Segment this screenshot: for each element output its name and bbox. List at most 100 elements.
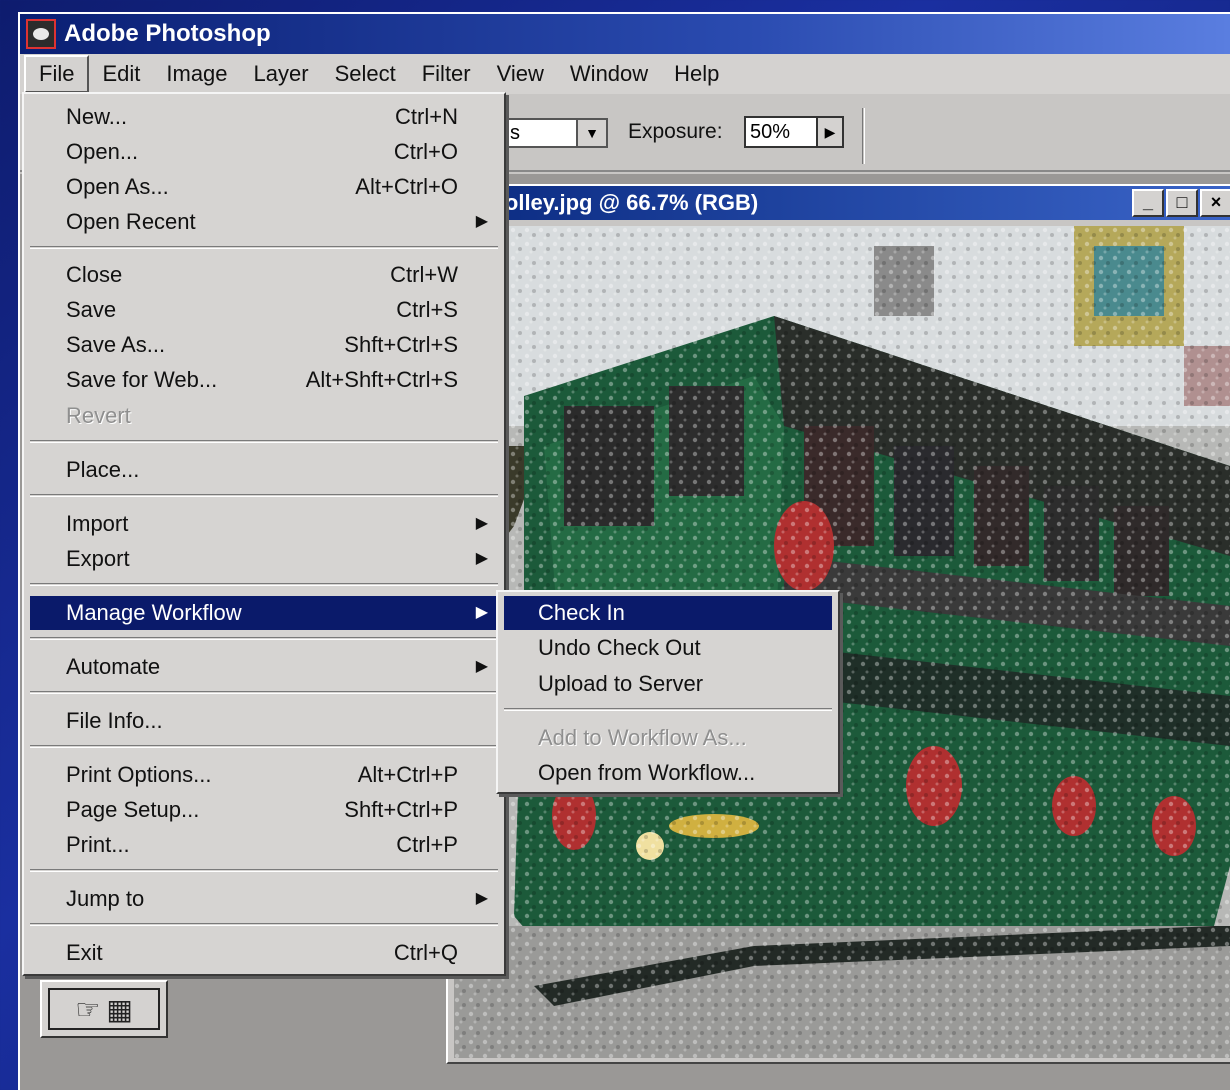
app-title: Adobe Photoshop [64, 20, 271, 47]
menu-item-label: Upload to Server [538, 671, 704, 696]
menu-item-label: Open Recent [66, 209, 196, 234]
menu-separator [30, 494, 498, 497]
menu-item-label: Open... [66, 139, 139, 164]
menu-item-label: Add to Workflow As... [538, 725, 747, 750]
close-button[interactable]: × [1200, 189, 1230, 217]
menu-item-exit[interactable]: Exit Ctrl+Q [30, 936, 498, 970]
menu-help[interactable]: Help [661, 57, 732, 91]
menu-item-revert: Revert [30, 399, 498, 433]
menu-item-save[interactable]: Save Ctrl+S [30, 293, 498, 327]
menu-item-undo-check-out[interactable]: Undo Check Out [504, 631, 832, 665]
exposure-value: 50% [750, 121, 791, 143]
menu-item-shortcut: Ctrl+P [396, 832, 458, 857]
submenu-arrow-icon: ▶ [475, 550, 488, 567]
exposure-input[interactable]: 50% ▶ [744, 116, 844, 148]
menu-filter[interactable]: Filter [409, 57, 484, 91]
menu-item-label: Close [66, 262, 123, 287]
menu-item-print-options[interactable]: Print Options... Alt+Ctrl+P [30, 758, 498, 792]
menu-item-import[interactable]: Import ▶ [30, 507, 498, 541]
file-menu: New... Ctrl+N Open... Ctrl+O Open As... Alt… [22, 92, 506, 976]
imageready-icon: ☞ ▦ [48, 988, 160, 1030]
manage-workflow-submenu: Check In Undo Check Out Upload to Server… [496, 590, 840, 794]
menu-item-label: Check In [538, 600, 625, 625]
menu-item-shortcut: Shft+Ctrl+S [344, 332, 458, 357]
menu-item-label: Open from Workflow... [538, 760, 756, 785]
menu-item-open-recent[interactable]: Open Recent ▶ [30, 205, 498, 239]
menu-separator [30, 637, 498, 640]
exposure-label: Exposure: [628, 120, 723, 143]
menu-separator [30, 691, 498, 694]
menu-item-add-to-workflow-as: Add to Workflow As... [504, 721, 832, 755]
menu-item-label: Save As... [66, 332, 166, 357]
exposure-slider-arrow-icon[interactable]: ▶ [816, 118, 842, 146]
menu-item-place[interactable]: Place... [30, 453, 498, 487]
menu-separator [30, 246, 498, 249]
menu-item-open-from-workflow[interactable]: Open from Workflow... [504, 756, 832, 790]
mode-select-value: s [510, 122, 520, 144]
jump-to-imageready-button[interactable]: ☞ ▦ [40, 980, 168, 1038]
menu-item-automate[interactable]: Automate ▶ [30, 650, 498, 684]
menu-item-label: Import [66, 511, 129, 536]
menu-item-shortcut: Shft+Ctrl+P [344, 797, 458, 822]
window-controls: _ □ × [1132, 189, 1230, 217]
menu-layer[interactable]: Layer [241, 57, 322, 91]
checker-square-icon: ▦ [106, 993, 133, 1025]
menu-file[interactable]: File [24, 55, 90, 93]
submenu-arrow-icon: ▶ [475, 890, 488, 907]
menu-item-close[interactable]: Close Ctrl+W [30, 258, 498, 292]
menu-image[interactable]: Image [153, 57, 240, 91]
menu-item-label: Save [66, 297, 117, 322]
menu-separator [30, 745, 498, 748]
menu-item-manage-workflow[interactable]: Manage Workflow ▶ [30, 596, 498, 630]
photoshop-eye-icon[interactable] [26, 19, 56, 49]
submenu-arrow-icon: ▶ [475, 658, 488, 675]
menu-bar: File Edit Image Layer Select Filter View… [20, 54, 1230, 94]
menu-item-file-info[interactable]: File Info... [30, 704, 498, 738]
menu-item-label: Open As... [66, 174, 169, 199]
menu-item-open[interactable]: Open... Ctrl+O [30, 135, 498, 169]
document-title-bar[interactable]: nk-trolley.jpg @ 66.7% (RGB) _ □ × [448, 186, 1230, 220]
menu-item-jump-to[interactable]: Jump to ▶ [30, 882, 498, 916]
hand-pointer-icon: ☞ [75, 993, 101, 1025]
maximize-button[interactable]: □ [1166, 189, 1198, 217]
menu-item-label: Print... [66, 832, 130, 857]
menu-item-label: New... [66, 104, 128, 129]
menu-item-upload-to-server[interactable]: Upload to Server [504, 667, 832, 701]
submenu-arrow-icon: ▶ [475, 604, 488, 621]
submenu-arrow-icon: ▶ [475, 213, 488, 230]
menu-item-label: Automate [66, 654, 161, 679]
menu-item-shortcut: Alt+Ctrl+O [355, 174, 458, 199]
menu-item-open-as[interactable]: Open As... Alt+Ctrl+O [30, 170, 498, 204]
title-bar: Adobe Photoshop [20, 14, 1230, 54]
menu-separator [30, 923, 498, 926]
menu-item-print[interactable]: Print... Ctrl+P [30, 828, 498, 862]
options-divider [862, 108, 865, 164]
menu-window[interactable]: Window [557, 57, 661, 91]
menu-item-label: Revert [66, 403, 131, 428]
menu-item-page-setup[interactable]: Page Setup... Shft+Ctrl+P [30, 793, 498, 827]
menu-item-label: Exit [66, 940, 103, 965]
minimize-button[interactable]: _ [1132, 189, 1164, 217]
menu-item-check-in[interactable]: Check In [504, 596, 832, 630]
menu-item-export[interactable]: Export ▶ [30, 542, 498, 576]
menu-item-label: Manage Workflow [66, 600, 242, 625]
dropdown-arrow-icon[interactable]: ▼ [576, 120, 606, 146]
menu-select[interactable]: Select [322, 57, 409, 91]
mode-select[interactable]: s ▼ [504, 118, 608, 148]
menu-edit[interactable]: Edit [89, 57, 153, 91]
menu-item-shortcut: Ctrl+S [396, 297, 458, 322]
menu-item-label: Export [66, 546, 130, 571]
menu-item-shortcut: Alt+Shft+Ctrl+S [305, 367, 458, 392]
menu-item-save-for-web[interactable]: Save for Web... Alt+Shft+Ctrl+S [30, 363, 498, 397]
menu-separator [30, 583, 498, 586]
menu-item-label: Save for Web... [66, 367, 218, 392]
menu-separator [504, 708, 832, 711]
menu-item-shortcut: Ctrl+O [393, 139, 458, 164]
menu-item-shortcut: Ctrl+N [395, 104, 458, 129]
menu-item-save-as[interactable]: Save As... Shft+Ctrl+S [30, 328, 498, 362]
menu-item-new[interactable]: New... Ctrl+N [30, 100, 498, 134]
menu-item-label: Place... [66, 457, 140, 482]
menu-view[interactable]: View [484, 57, 557, 91]
menu-item-shortcut: Ctrl+W [390, 262, 458, 287]
menu-item-label: Page Setup... [66, 797, 200, 822]
